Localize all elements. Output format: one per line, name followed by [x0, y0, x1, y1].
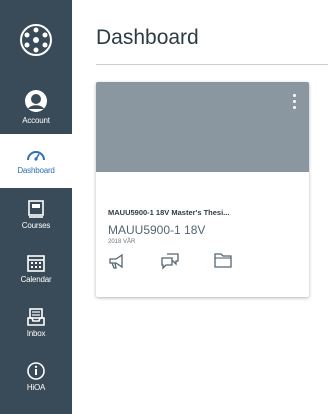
sidebar-item-label: HiOA [26, 383, 46, 392]
course-card-code: MAUU5900-1 18V [108, 223, 206, 237]
sidebar-item-label: Account [22, 116, 50, 125]
discussions-icon [161, 253, 179, 270]
menu-dot [292, 94, 296, 97]
sidebar-item-hioa[interactable]: HiOA [0, 350, 72, 404]
logo-icon [20, 24, 52, 56]
menu-dot [292, 106, 296, 109]
sidebar-item-inbox[interactable]: Inbox [0, 296, 72, 350]
inbox-icon [27, 308, 45, 326]
main-content: Dashboard MAUU5900-1 18V Master's Thesi.… [72, 0, 328, 414]
sidebar-item-dashboard[interactable]: Dashboard [0, 134, 72, 188]
sidebar-item-label: Dashboard [17, 166, 55, 175]
info-icon [27, 362, 45, 380]
sidebar-item-calendar[interactable]: Calendar [0, 242, 72, 296]
dashboard-icon [27, 151, 45, 161]
course-card-term: 2018 VÅR [108, 239, 136, 245]
course-card[interactable]: MAUU5900-1 18V Master's Thesi... MAUU590… [96, 82, 309, 297]
discussions-button[interactable] [160, 252, 180, 275]
folder-icon [214, 253, 232, 268]
course-card-menu-button[interactable] [287, 94, 301, 109]
files-button[interactable] [214, 252, 232, 273]
sidebar-item-courses[interactable]: Courses [0, 188, 72, 242]
sidebar-item-label: Courses [21, 221, 51, 230]
course-card-hero[interactable] [96, 82, 309, 172]
calendar-icon [27, 255, 45, 272]
sidebar-item-account[interactable]: Account [0, 80, 72, 134]
account-icon [25, 90, 47, 112]
announcements-icon [109, 253, 123, 269]
courses-icon [28, 200, 44, 218]
page-title: Dashboard [96, 26, 199, 49]
global-navigation: Account Dashboard Courses Calendar Inbox… [0, 0, 72, 414]
sidebar-item-label: Calendar [20, 275, 52, 284]
course-card-name[interactable]: MAUU5900-1 18V Master's Thesi... [108, 208, 298, 217]
sidebar-item-label: Inbox [26, 329, 46, 338]
announcements-button[interactable] [108, 252, 126, 275]
header-divider [96, 64, 328, 65]
logo[interactable] [0, 0, 72, 80]
menu-dot [292, 100, 296, 103]
